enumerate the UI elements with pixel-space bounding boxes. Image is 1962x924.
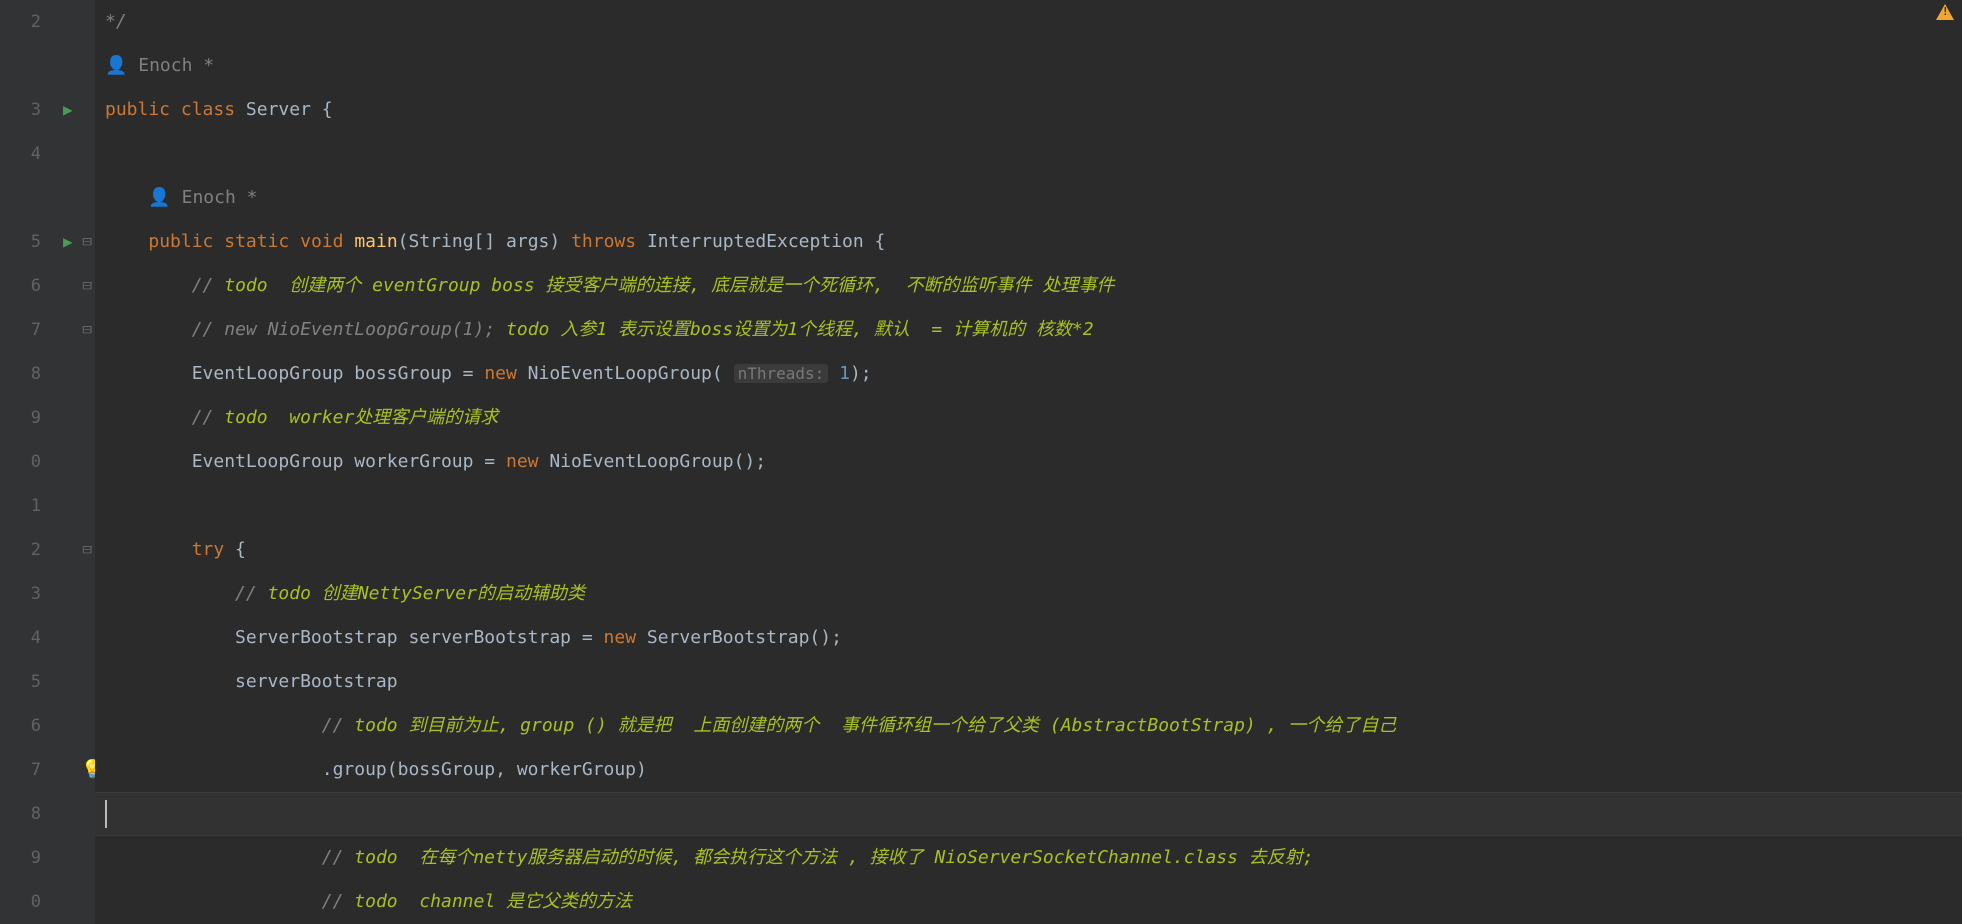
line-number[interactable]: 8: [0, 792, 41, 836]
line-number[interactable]: 4: [0, 132, 41, 176]
code-text: );: [850, 363, 872, 384]
keyword: class: [181, 99, 235, 120]
todo-text: channel 是它父类的方法: [398, 891, 632, 912]
line-number[interactable]: 3: [0, 88, 41, 132]
code-text: InterruptedException {: [647, 231, 885, 252]
number-literal: 1: [828, 363, 850, 384]
author-annotation: Enoch *: [138, 55, 214, 76]
line-number[interactable]: 2: [0, 528, 41, 572]
code-text: .group(bossGroup, workerGroup): [322, 759, 647, 780]
code-text: //: [235, 583, 257, 604]
line-number[interactable]: 0: [0, 440, 41, 484]
line-number-gutter: 2 3 4 5 6 7 8 9 0 1 2 3 4 5 6 7 8 9 0: [0, 0, 55, 924]
keyword: public: [105, 99, 170, 120]
run-icon[interactable]: ▶: [63, 88, 73, 132]
method-name: main: [354, 231, 397, 252]
todo-label: todo: [354, 847, 397, 868]
line-number[interactable]: 4: [0, 616, 41, 660]
code-text: //: [322, 847, 344, 868]
line-number[interactable]: 0: [0, 880, 41, 924]
fold-icon[interactable]: ⊟: [82, 264, 92, 308]
code-text: //: [192, 407, 214, 428]
text-cursor: [105, 800, 107, 828]
todo-text: 在每个netty服务器启动的时候, 都会执行这个方法 , 接收了 NioServ…: [398, 847, 1314, 868]
line-number: [0, 176, 41, 220]
class-name: Server {: [246, 99, 333, 120]
todo-label: todo: [354, 891, 397, 912]
keyword: public: [148, 231, 213, 252]
line-number[interactable]: 9: [0, 396, 41, 440]
code-editor: 2 3 4 5 6 7 8 9 0 1 2 3 4 5 6 7 8 9 0 ▶ …: [0, 0, 1962, 924]
code-text: {: [224, 539, 246, 560]
line-number[interactable]: 1: [0, 484, 41, 528]
line-number[interactable]: 5: [0, 220, 41, 264]
code-text: EventLoopGroup workerGroup =: [192, 451, 506, 472]
code-text: //: [322, 715, 344, 736]
code-text: (String[] args): [398, 231, 561, 252]
code-text: new NioEventLoopGroup(1);: [224, 319, 495, 340]
keyword: new: [604, 627, 637, 648]
keyword: static: [224, 231, 289, 252]
line-number[interactable]: 7: [0, 748, 41, 792]
todo-text: 创建两个 eventGroup boss 接受客户端的连接, 底层就是一个死循环…: [268, 275, 1115, 296]
keyword: new: [506, 451, 539, 472]
fold-icon[interactable]: ⊟: [82, 528, 92, 572]
keyword: throws: [571, 231, 636, 252]
code-editor-area[interactable]: */ 👤 Enoch * public class Server { 👤 Eno…: [95, 0, 1962, 924]
code-text: //: [192, 275, 214, 296]
code-text: //: [322, 891, 344, 912]
line-number[interactable]: 3: [0, 572, 41, 616]
code-text: ServerBootstrap();: [636, 627, 842, 648]
line-number[interactable]: 6: [0, 704, 41, 748]
code-text: */: [105, 11, 127, 32]
todo-text: todo 创建NettyServer的启动辅助类: [268, 583, 585, 604]
fold-icon[interactable]: ⊟: [82, 220, 92, 264]
code-text: //: [192, 319, 214, 340]
line-number[interactable]: 6: [0, 264, 41, 308]
code-text: ServerBootstrap serverBootstrap =: [235, 627, 603, 648]
code-text: NioEventLoopGroup();: [539, 451, 767, 472]
current-line-highlight: [95, 792, 1962, 836]
keyword: void: [300, 231, 343, 252]
todo-text: worker处理客户端的请求: [268, 407, 499, 428]
line-number[interactable]: 5: [0, 660, 41, 704]
todo-text: todo 到目前为止, group () 就是把 上面创建的两个 事件循环组一个…: [354, 715, 1396, 736]
code-text: EventLoopGroup bossGroup =: [192, 363, 485, 384]
line-number[interactable]: 7: [0, 308, 41, 352]
gutter-markers: ▶ ▶⊟ ⊟ ⊟ ⊟ 💡: [55, 0, 95, 924]
run-icon[interactable]: ▶: [63, 220, 73, 264]
fold-icon[interactable]: ⊟: [82, 308, 92, 352]
line-number[interactable]: 2: [0, 0, 41, 44]
todo-label: todo: [224, 407, 267, 428]
keyword: try: [192, 539, 225, 560]
author-icon: 👤: [148, 187, 181, 208]
line-number[interactable]: 9: [0, 836, 41, 880]
todo-text: todo 入参1 表示设置boss设置为1个线程, 默认 = 计算机的 核数*2: [506, 319, 1094, 340]
line-number: [0, 44, 41, 88]
line-number[interactable]: 8: [0, 352, 41, 396]
keyword: new: [484, 363, 517, 384]
author-icon: 👤: [105, 55, 138, 76]
code-text: serverBootstrap: [235, 671, 398, 692]
param-hint: nThreads:: [734, 364, 829, 383]
author-annotation: Enoch *: [182, 187, 258, 208]
code-text: NioEventLoopGroup(: [517, 363, 734, 384]
todo-label: todo: [224, 275, 267, 296]
